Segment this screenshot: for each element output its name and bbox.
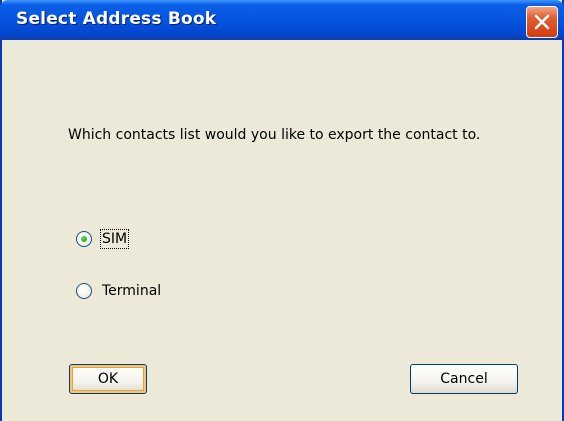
cancel-button[interactable]: Cancel (410, 364, 518, 394)
ok-button[interactable]: OK (69, 364, 147, 394)
title-bar[interactable]: Select Address Book (0, 0, 564, 40)
radio-option-terminal[interactable]: Terminal (76, 282, 162, 300)
select-address-book-dialog: Select Address Book Which contacts list … (0, 0, 564, 421)
radio-button-sim[interactable] (76, 231, 92, 247)
radio-option-sim[interactable]: SIM (76, 229, 130, 249)
dialog-message: Which contacts list would you like to ex… (68, 127, 481, 143)
dialog-title: Select Address Book (16, 9, 217, 29)
close-button[interactable] (526, 6, 558, 38)
radio-label-terminal: Terminal (102, 283, 162, 299)
radio-label-sim: SIM (99, 229, 130, 249)
radio-button-terminal[interactable] (76, 283, 92, 299)
radio-selected-dot (81, 236, 87, 242)
close-icon (534, 14, 550, 30)
